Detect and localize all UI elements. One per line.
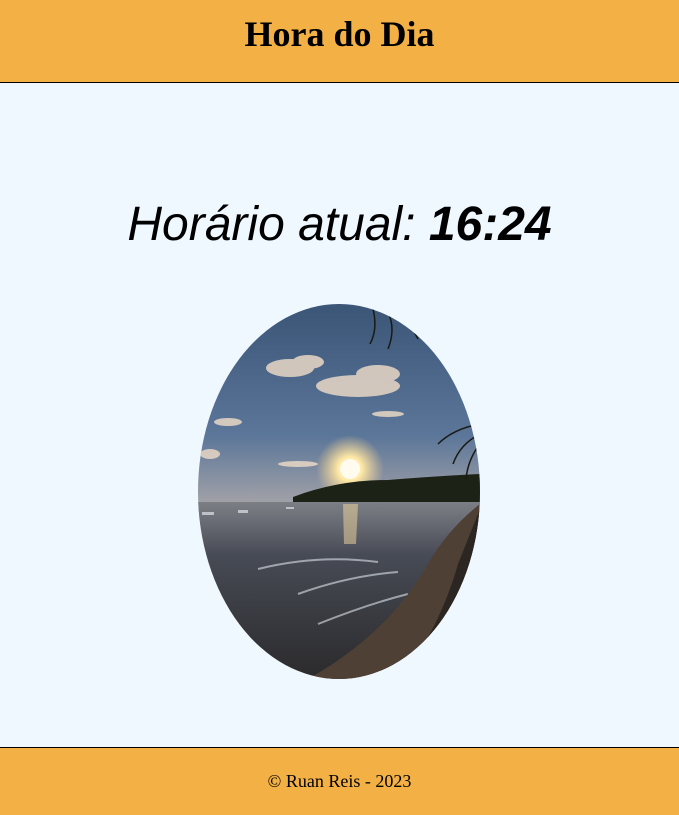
page-header: Hora do Dia — [0, 0, 679, 83]
copyright-text: © Ruan Reis - 2023 — [267, 771, 412, 791]
main-content: Horário atual: 16:24 — [0, 83, 679, 747]
page-title: Hora do Dia — [244, 14, 435, 54]
page-footer: © Ruan Reis - 2023 — [0, 747, 679, 815]
current-time-label: Horário atual: — [127, 198, 429, 251]
current-time-value: 16:24 — [428, 198, 552, 251]
time-of-day-image — [198, 304, 480, 679]
current-time-display: Horário atual: 16:24 — [0, 195, 679, 255]
